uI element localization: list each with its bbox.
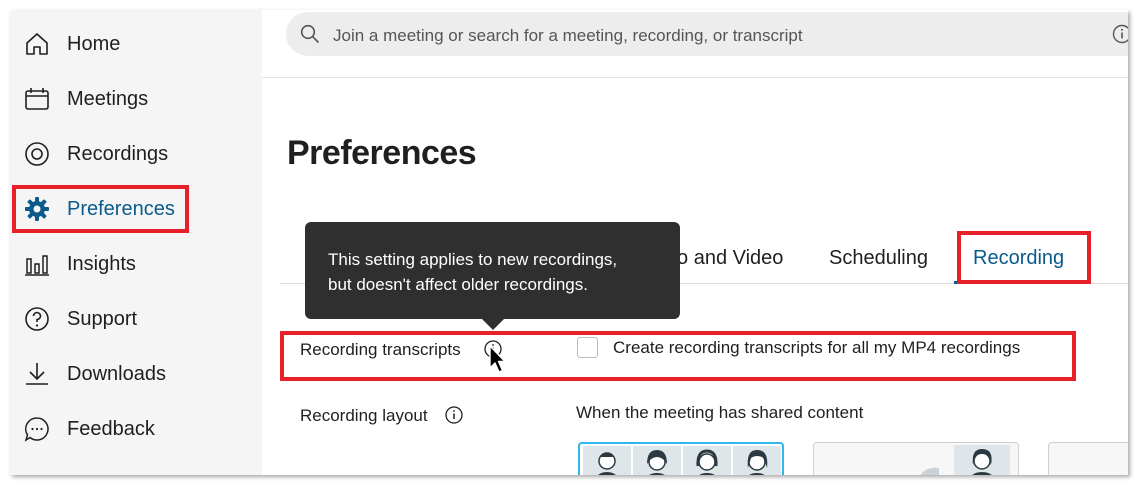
sidebar-item-label: Support <box>67 308 138 330</box>
help-icon <box>25 307 49 331</box>
layout-preview-icon <box>920 445 1010 475</box>
sidebar-item-feedback[interactable]: Feedback <box>10 407 262 451</box>
sidebar-item-label: Feedback <box>67 418 155 440</box>
sidebar-item-insights[interactable]: Insights <box>10 242 262 286</box>
sidebar-item-support[interactable]: Support <box>10 297 262 341</box>
recording-layout-label: Recording layout <box>300 406 428 425</box>
sidebar-item-downloads[interactable]: Downloads <box>10 352 262 396</box>
participant-thumbnail <box>583 446 631 475</box>
person-icon <box>598 452 616 475</box>
sidebar-item-label: Home <box>67 33 121 55</box>
sidebar-item-home[interactable]: Home <box>10 22 262 66</box>
info-icon[interactable] <box>445 406 463 424</box>
person-icon <box>647 450 667 475</box>
chat-icon <box>24 417 49 442</box>
sidebar-item-recordings[interactable]: Recordings <box>10 132 262 176</box>
tooltip-line-2: but doesn't affect older recordings. <box>328 275 588 294</box>
participant-thumbnail <box>733 446 781 475</box>
mouse-cursor-icon <box>489 345 506 373</box>
sidebar-item-meetings[interactable]: Meetings <box>10 77 262 121</box>
download-icon <box>26 363 48 385</box>
layout-option-focused[interactable] <box>813 442 1019 475</box>
search-icon <box>300 24 320 44</box>
calendar-icon <box>25 88 49 110</box>
sidebar: Home Meetings Recordings Preferences Ins… <box>10 10 262 475</box>
sidebar-item-label: Recordings <box>67 143 169 165</box>
search-input[interactable]: Join a meeting or search for a meeting, … <box>286 12 1128 56</box>
participant-thumbnail <box>683 446 731 475</box>
shared-content-text: When the meeting has shared content <box>576 403 864 422</box>
tooltip-line-1: This setting applies to new recordings, <box>328 250 618 269</box>
app-window: Home Meetings Recordings Preferences Ins… <box>10 10 1128 475</box>
page-title: Preferences <box>287 134 477 172</box>
top-bar: Join a meeting or search for a meeting, … <box>262 10 1128 78</box>
sidebar-item-label: Insights <box>67 253 136 275</box>
home-icon <box>26 33 48 55</box>
sidebar-item-label: Meetings <box>67 88 149 110</box>
search-placeholder: Join a meeting or search for a meeting, … <box>333 26 803 45</box>
person-icon <box>747 450 768 475</box>
info-tooltip: This setting applies to new recordings, … <box>305 222 680 319</box>
highlight-box <box>957 231 1091 284</box>
highlight-box <box>280 331 1076 381</box>
layout-option-grid[interactable] <box>578 442 784 475</box>
record-icon <box>25 142 49 166</box>
sidebar-item-label: Downloads <box>67 363 166 385</box>
info-icon[interactable] <box>1112 24 1128 44</box>
layout-option-other[interactable] <box>1048 442 1128 475</box>
tooltip-arrow <box>482 319 504 330</box>
tab-scheduling[interactable]: Scheduling <box>829 247 928 270</box>
person-icon <box>696 449 718 475</box>
highlight-box <box>12 185 189 233</box>
bar-chart-icon <box>25 255 49 276</box>
participant-thumbnail <box>633 446 681 475</box>
